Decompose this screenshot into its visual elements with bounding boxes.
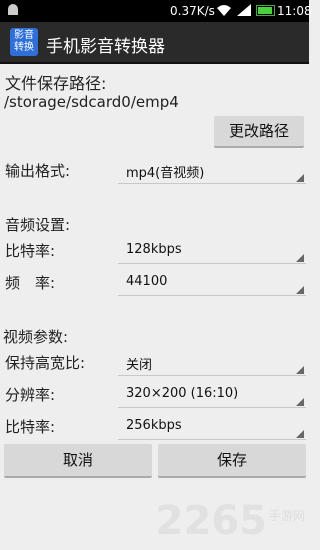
watermark-subtext: 手游网 <box>268 509 305 523</box>
video-bitrate-label: 比特率: <box>5 418 56 436</box>
dropdown-arrow-icon <box>296 254 304 262</box>
app-title-bar: 影音 转换 手机影音转换器 <box>0 22 309 64</box>
battery-icon <box>256 5 275 16</box>
select-underline <box>118 295 306 296</box>
resolution-value: 320×200 (16:10) <box>126 386 239 401</box>
dropdown-arrow-icon <box>296 366 304 374</box>
aspect-ratio-value: 关闭 <box>126 358 153 373</box>
audio-bitrate-value: 128kbps <box>126 242 182 257</box>
resolution-label: 分辨率: <box>5 386 56 404</box>
dropdown-arrow-icon <box>296 430 304 438</box>
output-format-value: mp4(音视频) <box>126 166 205 181</box>
dropdown-arrow-icon <box>296 174 304 182</box>
select-underline <box>118 375 306 376</box>
audio-frequency-label: 频 率: <box>5 274 56 292</box>
main-content: 文件保存路径: /storage/sdcard0/emp4 更改路径 输出格式:… <box>0 64 309 550</box>
watermark-logo: 2265 手游网 <box>155 498 305 544</box>
wifi-icon <box>216 3 232 17</box>
app-title: 手机影音转换器 <box>46 37 165 57</box>
status-bar: 0.37K/s 11:08 <box>0 0 312 22</box>
select-underline <box>118 263 306 264</box>
video-bitrate-value: 256kbps <box>126 418 182 433</box>
save-path-label: 文件保存路径: <box>5 74 107 93</box>
select-underline <box>118 407 306 408</box>
select-underline <box>118 439 306 440</box>
output-format-label: 输出格式: <box>5 162 71 180</box>
clock: 11:08 <box>277 4 312 18</box>
save-button[interactable]: 保存 <box>158 444 306 478</box>
signal-icon <box>236 3 252 17</box>
dropdown-arrow-icon <box>296 398 304 406</box>
aspect-ratio-label: 保持高宽比: <box>5 354 86 372</box>
audio-bitrate-label: 比特率: <box>5 242 56 260</box>
app-logo: 影音 转换 <box>10 28 38 56</box>
save-path-value: /storage/sdcard0/emp4 <box>4 93 179 111</box>
select-underline <box>118 183 306 184</box>
dropdown-arrow-icon <box>296 286 304 294</box>
network-speed: 0.37K/s <box>170 4 215 18</box>
android-icon <box>6 3 20 17</box>
change-path-button[interactable]: 更改路径 <box>214 116 304 148</box>
video-section-label: 视频参数: <box>3 328 69 346</box>
audio-frequency-value: 44100 <box>126 274 168 289</box>
watermark-text: 2265 <box>155 498 267 544</box>
audio-section-label: 音频设置: <box>5 216 71 234</box>
cancel-button[interactable]: 取消 <box>4 444 152 478</box>
